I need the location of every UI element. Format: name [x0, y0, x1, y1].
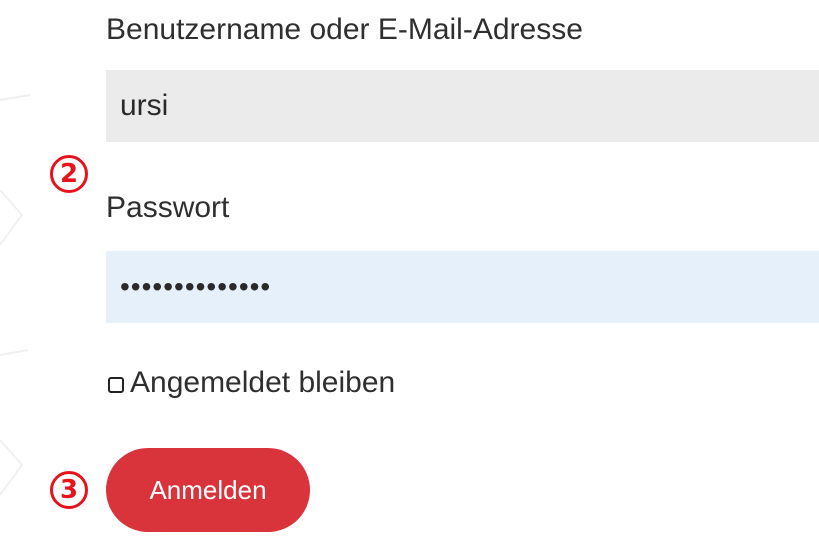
- remember-me-option[interactable]: Angemeldet bleiben: [108, 366, 395, 400]
- password-field[interactable]: ••••••••••••••: [106, 251, 819, 323]
- annotation-marker-2: 2: [50, 155, 88, 193]
- username-label: Benutzername oder E-Mail-Adresse: [106, 13, 583, 46]
- annotation-marker-3: 3: [50, 471, 88, 509]
- background-decoration: [0, 94, 31, 496]
- login-button[interactable]: Anmelden: [106, 448, 310, 532]
- username-field[interactable]: ursi: [106, 70, 819, 142]
- remember-me-label: Angemeldet bleiben: [130, 366, 396, 399]
- password-label: Passwort: [106, 191, 230, 224]
- remember-me-checkbox[interactable]: [108, 377, 124, 393]
